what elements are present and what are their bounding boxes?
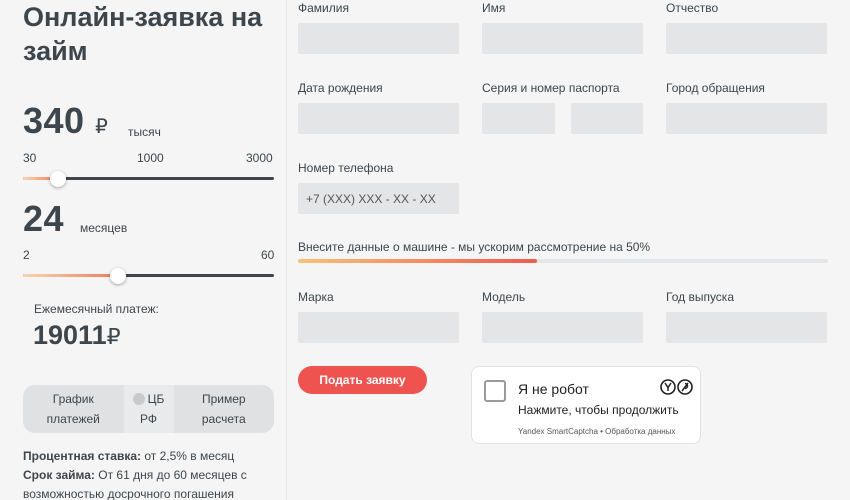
monthly-payment-value: 19011₽ — [33, 320, 121, 351]
surname-label: Фамилия — [298, 1, 349, 15]
captcha-title: Я не робот — [518, 381, 589, 397]
surname-input[interactable] — [298, 23, 459, 54]
patronymic-input[interactable] — [666, 23, 827, 54]
term-unit: месяцев — [80, 221, 128, 235]
captcha-subtitle: Нажмите, чтобы продолжить — [518, 403, 679, 417]
amount-slider-thumb[interactable] — [50, 171, 67, 187]
interest-rate-value: от 2,5% в месяц — [141, 449, 235, 463]
name-label: Имя — [482, 1, 506, 15]
car-data-progress — [298, 259, 828, 263]
tab-cb-rf-line1: ЦБ — [147, 392, 165, 406]
year-input[interactable] — [666, 312, 827, 343]
captcha-checkbox[interactable] — [484, 380, 506, 402]
cb-check-icon — [132, 393, 145, 405]
term-slider-fill — [23, 274, 119, 277]
amount-currency: ₽ — [95, 116, 109, 138]
phone-input[interactable] — [298, 183, 459, 214]
tab-cb-rf[interactable]: ЦБ РФ — [123, 385, 174, 433]
phone-label: Номер телефона — [298, 161, 394, 175]
loan-info: Процентная ставка: от 2,5% в месяц Срок … — [23, 447, 278, 500]
passport-series-input[interactable] — [482, 103, 555, 134]
city-input[interactable] — [666, 103, 827, 134]
model-input[interactable] — [482, 312, 643, 343]
term-slider-thumb[interactable] — [110, 268, 127, 284]
loan-term-line: Срок займа: От 61 дня до 60 месяцев с во… — [23, 466, 278, 500]
passport-number-input[interactable] — [571, 103, 643, 134]
monthly-payment-currency: ₽ — [106, 324, 121, 349]
interest-rate-line: Процентная ставка: от 2,5% в месяц — [23, 447, 278, 466]
term-tick-max: 60 — [261, 248, 275, 262]
model-label: Модель — [482, 290, 526, 304]
birthdate-label: Дата рождения — [298, 81, 383, 95]
page-title: Онлайн-заявка на займ — [23, 2, 263, 66]
tab-calculation-example-line1: Пример — [201, 392, 246, 406]
tab-cb-rf-line2: РФ — [140, 412, 157, 426]
birthdate-input[interactable] — [298, 103, 459, 134]
yandex-captcha-logo-icon — [660, 379, 693, 395]
amount-unit: тысяч — [128, 125, 161, 139]
term-slider[interactable] — [23, 268, 274, 284]
patronymic-label: Отчество — [666, 1, 719, 15]
amount-slider[interactable] — [23, 171, 274, 187]
tab-payment-schedule[interactable]: График платежей — [23, 385, 124, 433]
tab-payment-schedule-line1: График — [52, 392, 94, 406]
amount-number: 340 — [23, 100, 85, 141]
name-input[interactable] — [482, 23, 643, 54]
term-value: 24 — [23, 198, 65, 239]
interest-rate-label: Процентная ставка: — [23, 449, 141, 463]
car-data-progress-fill — [298, 259, 537, 263]
term-tick-min: 2 — [23, 248, 30, 262]
city-label: Город обращения — [666, 81, 765, 95]
amount-tick-mid: 1000 — [137, 151, 164, 165]
info-tabs: График платежей ЦБ РФ Пример расчета — [23, 385, 274, 433]
tab-calculation-example-line2: расчета — [201, 412, 246, 426]
loan-term-label: Срок займа: — [23, 468, 95, 482]
monthly-payment-label: Ежемесячный платеж: — [34, 302, 159, 316]
smartcaptcha-widget: Я не робот Нажмите, чтобы продолжить Yan… — [471, 366, 701, 444]
loan-calculator-panel: Онлайн-заявка на займ 340 ₽ тысяч 30 100… — [0, 0, 287, 500]
brand-input[interactable] — [298, 312, 459, 343]
car-data-note: Внесите данные о машине - мы ускорим рас… — [298, 240, 651, 254]
amount-value: 340 ₽ — [23, 100, 108, 142]
submit-button[interactable]: Подать заявку — [298, 366, 427, 394]
amount-tick-min: 30 — [23, 151, 37, 165]
tab-payment-schedule-line2: платежей — [46, 412, 100, 426]
monthly-payment-number: 19011 — [33, 320, 107, 350]
brand-label: Марка — [298, 290, 334, 304]
passport-label: Серия и номер паспорта — [482, 81, 620, 95]
captcha-footer[interactable]: Yandex SmartCaptcha • Обработка данных — [518, 427, 675, 436]
tab-calculation-example[interactable]: Пример расчета — [174, 385, 275, 433]
year-label: Год выпуска — [666, 290, 734, 304]
amount-tick-max: 3000 — [246, 151, 273, 165]
